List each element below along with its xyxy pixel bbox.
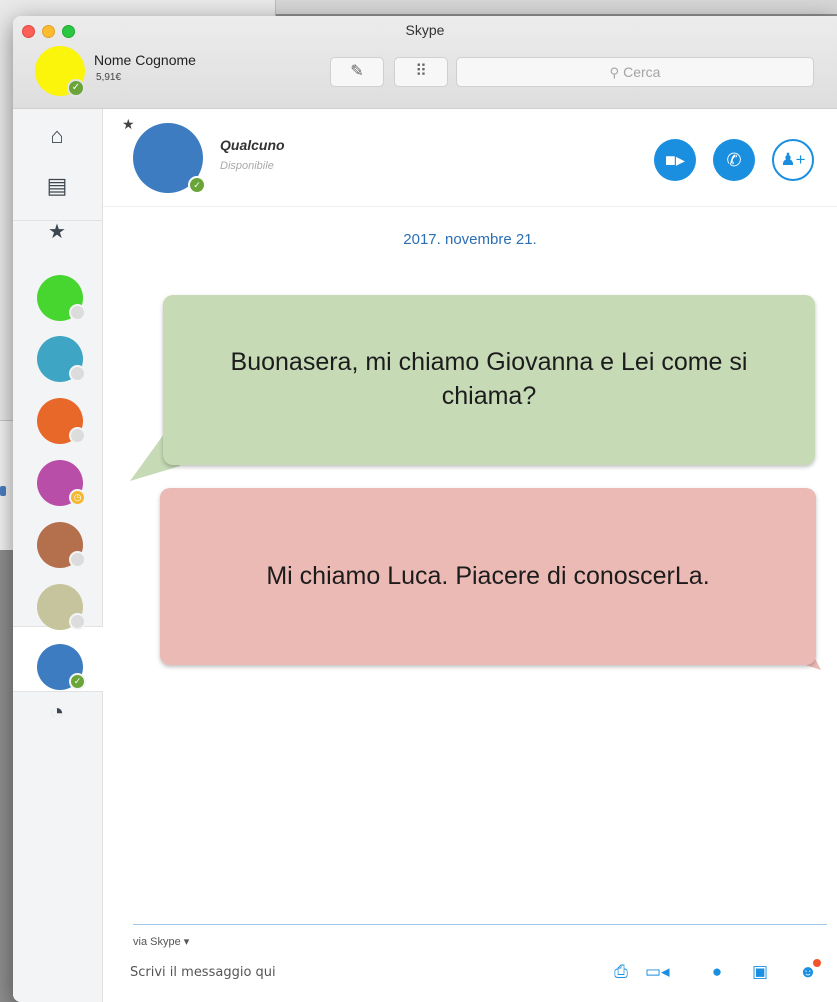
audio-call-button[interactable]: ✆: [713, 139, 755, 181]
contact-status-4: ◷: [69, 489, 86, 506]
contact-status-1: [69, 304, 86, 321]
dialpad-button[interactable]: ⠿: [394, 57, 448, 87]
send-file-icon[interactable]: ⎙: [609, 962, 633, 982]
contact-card-icon[interactable]: ▣: [748, 962, 772, 982]
profile-name[interactable]: Nome Cognome: [94, 52, 196, 68]
contact-status-6: [69, 613, 86, 630]
skype-window: Skype ✓ Nome Cognome 5,91€ ✎ ⠿ ⚲ Cerca ⌂ …: [13, 16, 837, 1002]
composer-divider: [133, 924, 827, 925]
favorites-star-icon[interactable]: ★: [45, 219, 69, 244]
contact-status: Disponibile: [220, 160, 274, 172]
phone-icon: ✆: [726, 150, 742, 170]
contact-online-icon: ✓: [188, 176, 206, 194]
title-bar: Skype ✓ Nome Cognome 5,91€ ✎ ⠿ ⚲ Cerca: [13, 16, 837, 109]
add-people-button[interactable]: ♟+: [772, 139, 814, 181]
contact-status-2: [69, 365, 86, 382]
sidebar: ⌂ ▤ ★ ◷ ✓ ◔: [13, 109, 103, 1002]
video-message-icon[interactable]: ▭◂: [645, 962, 670, 982]
video-call-button[interactable]: ■▸: [654, 139, 696, 181]
background-app-icon: [0, 486, 6, 496]
chat-header: ★ ✓ Qualcuno Disponibile ■▸ ✆ ♟+: [103, 109, 837, 207]
via-skype-selector[interactable]: via Skype ▾: [133, 935, 189, 948]
background-strip: [276, 0, 837, 14]
window-title: Skype: [405, 22, 445, 38]
dialpad-icon: ⠿: [415, 63, 427, 80]
profile-status-online-icon: ✓: [67, 79, 85, 97]
contacts-icon[interactable]: ▤: [45, 173, 69, 199]
contact-name[interactable]: Qualcuno: [220, 137, 285, 153]
emoticon-notification-dot: [813, 959, 821, 967]
contact-status-3: [69, 427, 86, 444]
search-icon: ⚲: [609, 65, 620, 80]
message-incoming[interactable]: Buonasera, mi chiamo Giovanna e Lei come…: [163, 295, 815, 465]
new-conversation-button[interactable]: ✎: [330, 57, 384, 87]
message-text: Mi chiamo Luca. Piacere di conoscerLa.: [266, 561, 710, 590]
message-input[interactable]: [130, 960, 580, 984]
search-field[interactable]: ⚲ Cerca: [456, 57, 814, 87]
compose-icon: ✎: [350, 63, 364, 80]
contact-status-7: ✓: [69, 673, 86, 690]
search-placeholder: Cerca: [623, 64, 661, 80]
date-separator: 2017. novembre 21.: [403, 231, 537, 248]
video-camera-icon: ■▸: [665, 150, 685, 170]
location-icon[interactable]: ●: [705, 962, 729, 982]
recent-clock-icon[interactable]: ◔: [45, 699, 69, 727]
add-person-icon: ♟+: [780, 150, 806, 169]
contact-status-5: [69, 551, 86, 568]
home-icon[interactable]: ⌂: [45, 123, 69, 149]
profile-credit[interactable]: 5,91€: [96, 72, 121, 83]
message-outgoing[interactable]: Mi chiamo Luca. Piacere di conoscerLa.: [160, 488, 816, 665]
message-text: Buonasera, mi chiamo Giovanna e Lei come…: [230, 348, 748, 410]
favorite-star-icon[interactable]: ★: [122, 116, 135, 133]
